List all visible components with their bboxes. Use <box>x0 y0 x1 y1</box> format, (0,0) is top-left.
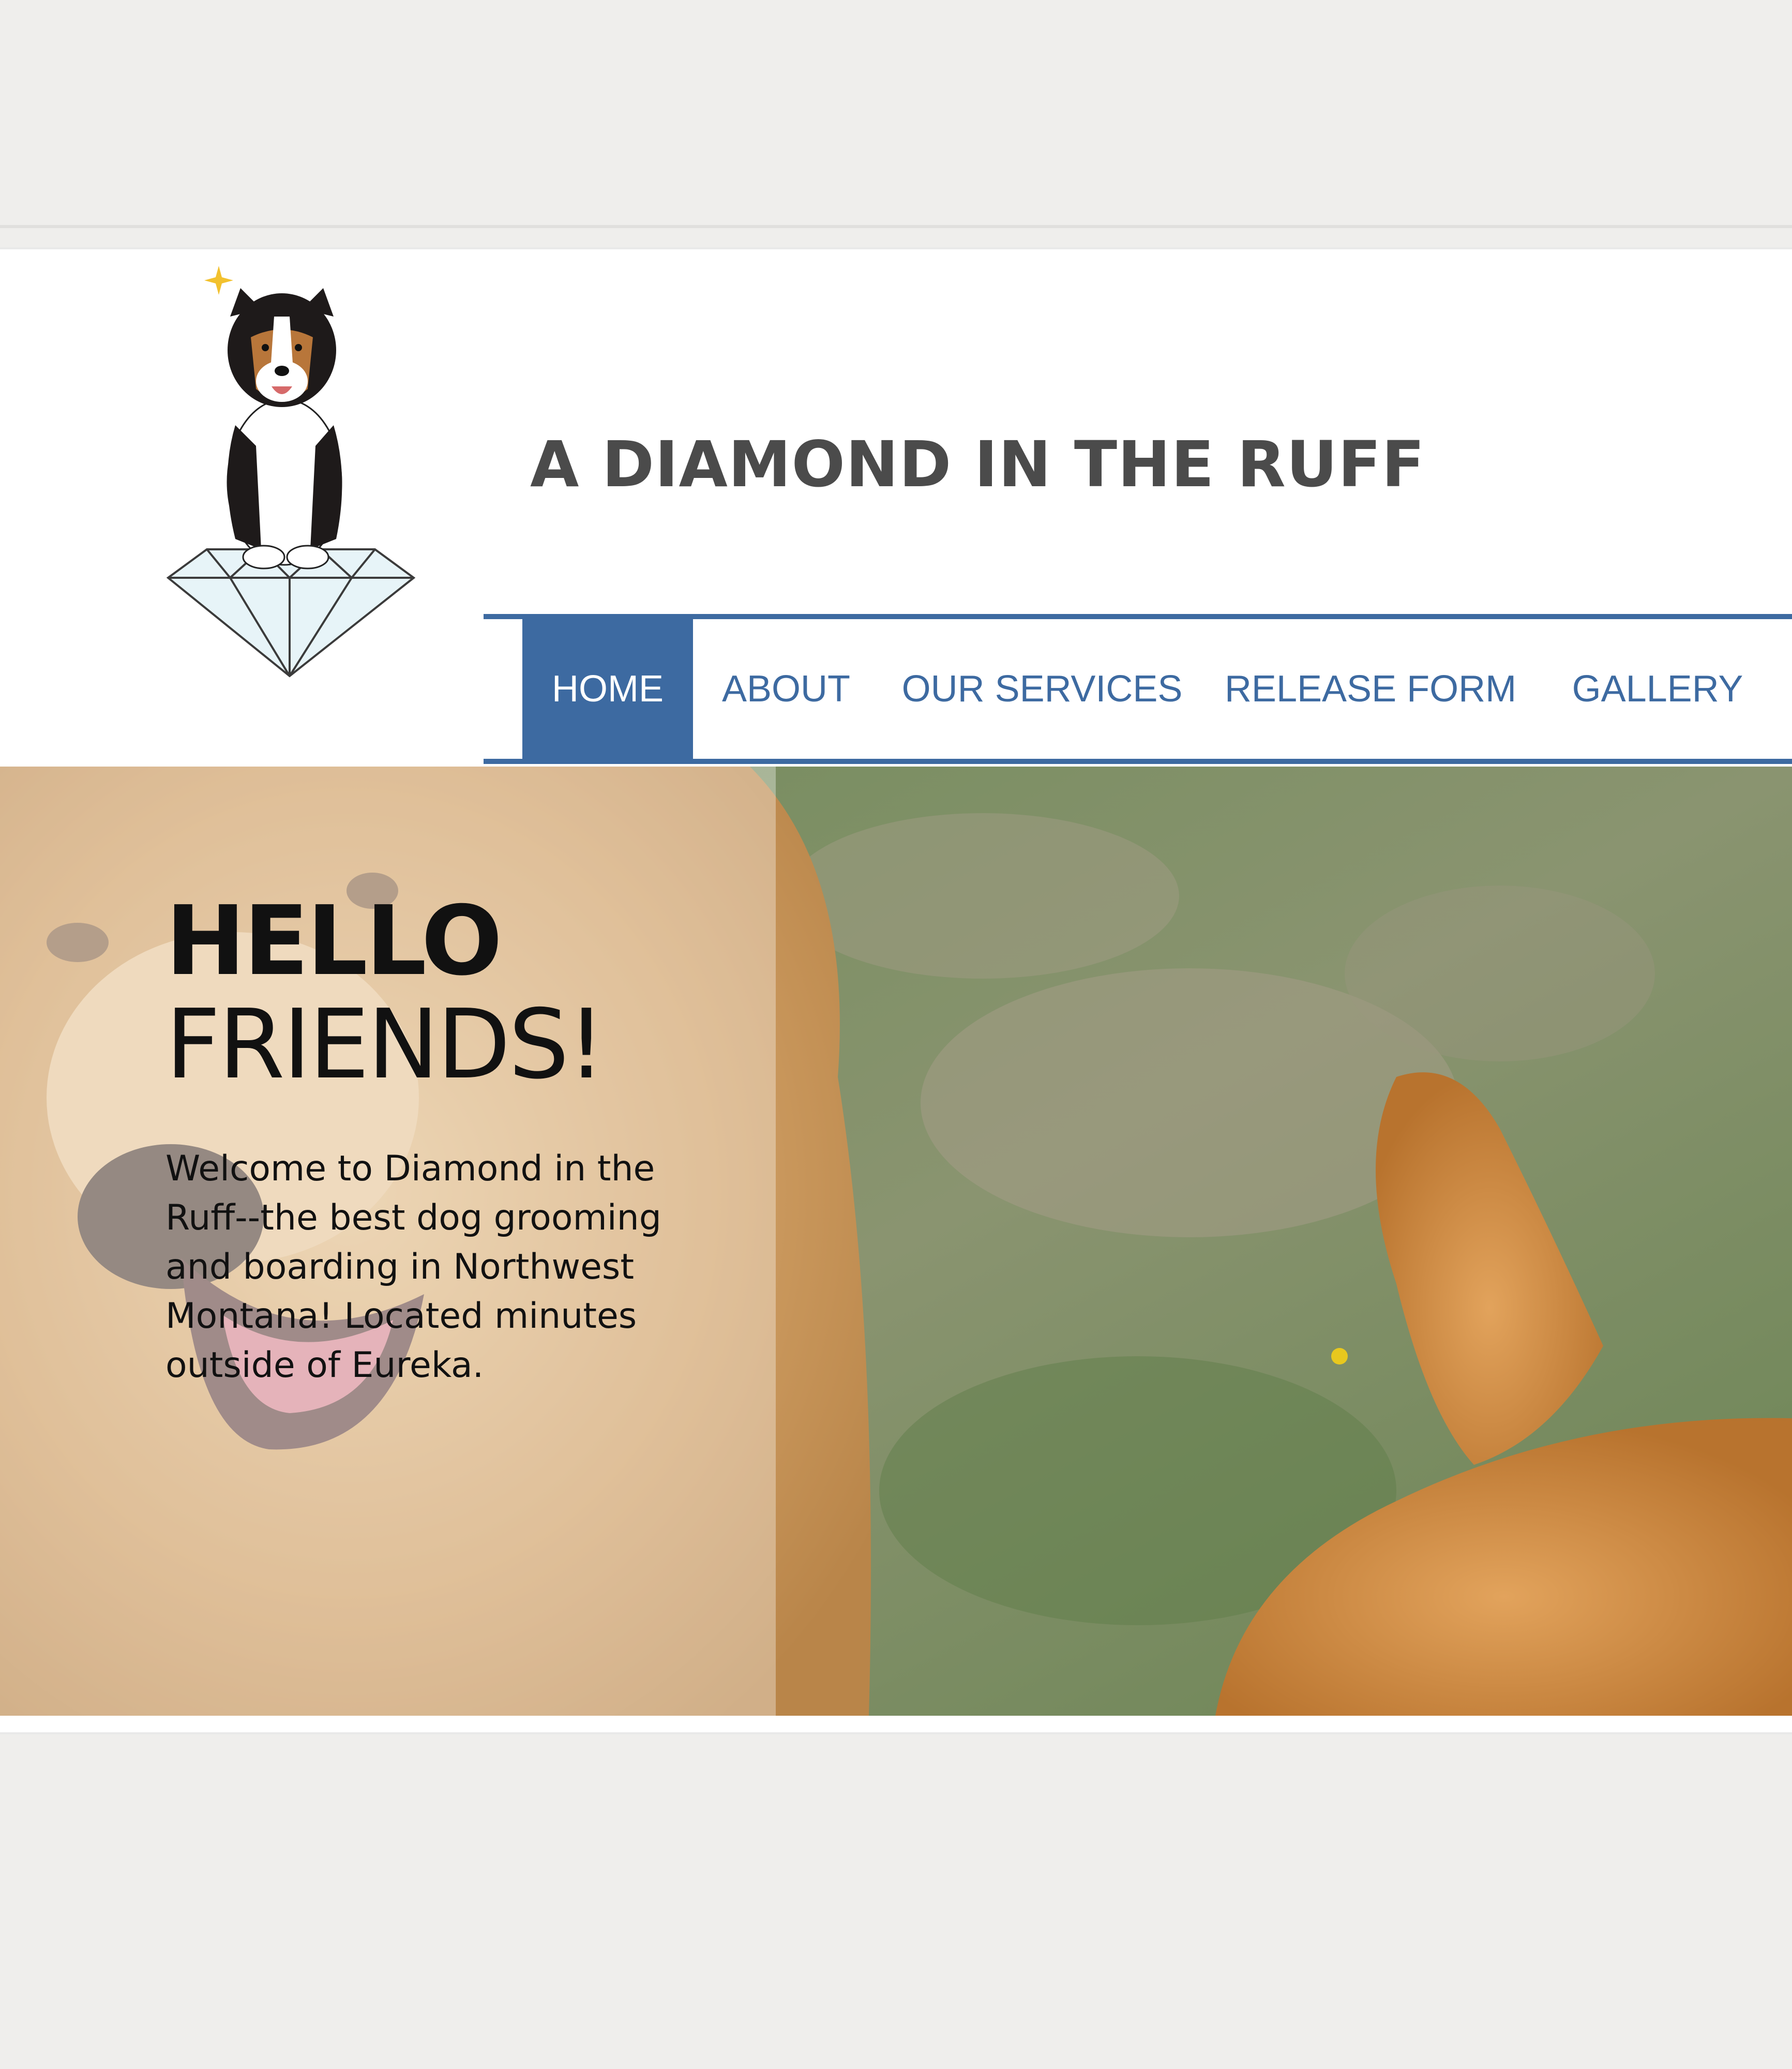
hero-section: HELLO FRIENDS! Welcome to Diamond in the… <box>0 767 1792 1716</box>
dog-on-diamond-logo[interactable] <box>158 260 427 699</box>
hero-heading-bold: HELLO <box>165 885 503 997</box>
site-container: A DIAMOND IN THE RUFF HOME ABOUT OUR SER… <box>0 247 1792 1734</box>
dog-illustration <box>227 288 342 569</box>
diamond-icon <box>166 548 416 678</box>
hero-welcome-text: Welcome to Diamond in the Ruff--the best… <box>165 1148 661 1386</box>
nav-item-about[interactable]: ABOUT <box>714 619 859 759</box>
sparkle-icon <box>204 266 233 295</box>
nav-item-gallery[interactable]: GALLERY <box>1554 619 1761 759</box>
page: A DIAMOND IN THE RUFF HOME ABOUT OUR SER… <box>0 0 1792 2069</box>
hero-heading-light: FRIENDS! <box>165 988 606 1100</box>
top-divider <box>0 225 1792 228</box>
main-nav: HOME ABOUT OUR SERVICES RELEASE FORM GAL… <box>484 614 1792 764</box>
nav-item-release-form[interactable]: RELEASE FORM <box>1225 619 1516 759</box>
nav-item-our-services[interactable]: OUR SERVICES <box>897 619 1187 759</box>
site-header: A DIAMOND IN THE RUFF HOME ABOUT OUR SER… <box>0 249 1792 767</box>
site-title: A DIAMOND IN THE RUFF <box>530 428 1425 501</box>
nav-item-home[interactable]: HOME <box>522 619 693 759</box>
